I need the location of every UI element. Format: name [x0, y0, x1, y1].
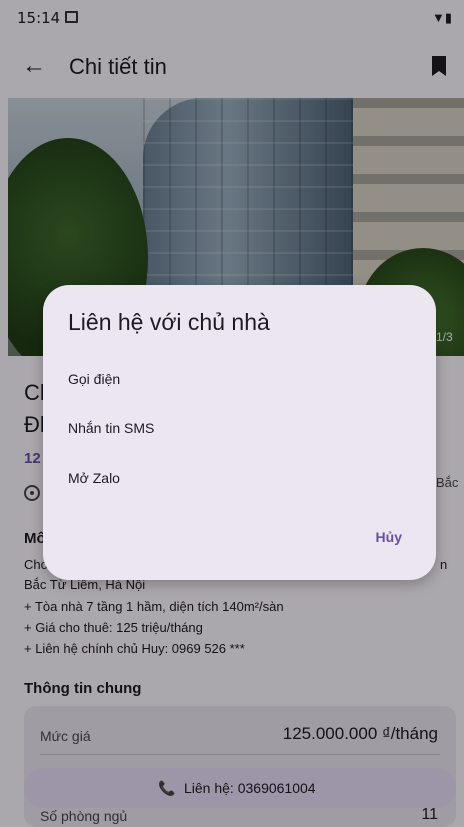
zalo-option[interactable]: Mở Zalo	[43, 456, 436, 500]
call-option[interactable]: Gọi điện	[43, 357, 436, 401]
dialog-title: Liên hệ với chủ nhà	[68, 309, 270, 335]
cancel-button[interactable]: Hủy	[376, 529, 402, 545]
contact-owner-dialog: Liên hệ với chủ nhà Gọi điện Nhắn tin SM…	[43, 285, 436, 580]
sms-option[interactable]: Nhắn tin SMS	[43, 406, 436, 450]
